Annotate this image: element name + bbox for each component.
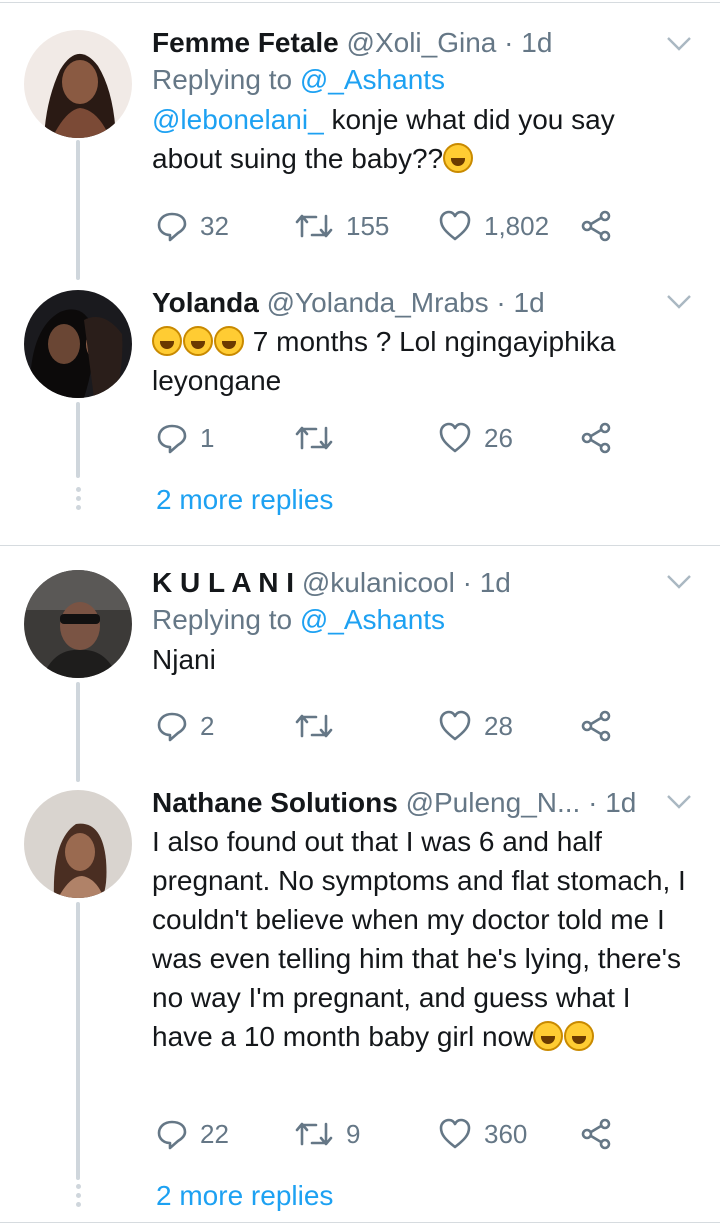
chevron-down-icon[interactable] (666, 36, 692, 52)
tweet-text: @lebonelani_ konje what did you say abou… (152, 100, 690, 178)
author-handle[interactable]: @Puleng_N... (406, 787, 581, 818)
replying-prefix: Replying to (152, 604, 293, 635)
author-name[interactable]: Nathane Solutions (152, 787, 398, 818)
replying-to: Replying to @_Ashants (152, 602, 690, 638)
separator: · (504, 27, 514, 58)
like-button[interactable]: 1,802 (438, 206, 549, 246)
like-count: 26 (484, 422, 513, 453)
like-button[interactable]: 26 (438, 418, 513, 458)
thread-dots (73, 487, 83, 514)
reply-icon (157, 424, 187, 454)
timestamp[interactable]: 1d (514, 287, 545, 318)
replying-to-link[interactable]: @_Ashants (300, 604, 445, 635)
replying-to: Replying to @_Ashants (152, 62, 690, 98)
reply-button[interactable]: 22 (156, 1114, 229, 1154)
more-replies-link[interactable]: 2 more replies (156, 484, 333, 516)
retweet-button[interactable] (294, 418, 346, 458)
separator: · (496, 287, 506, 318)
retweet-icon (295, 214, 333, 238)
share-button[interactable] (580, 206, 612, 246)
chevron-down-icon[interactable] (666, 294, 692, 310)
like-button[interactable]: 28 (438, 706, 513, 746)
tears-of-joy-icon (533, 1021, 564, 1051)
crying-face-icon (443, 143, 474, 173)
more-replies-link[interactable]: 2 more replies (156, 1180, 333, 1212)
thread-dots (73, 1184, 83, 1211)
retweet-icon (295, 714, 333, 738)
retweet-button[interactable] (294, 706, 346, 746)
tears-of-joy-icon (564, 1021, 595, 1051)
mention-link[interactable]: @lebonelani_ (152, 104, 324, 135)
author-handle[interactable]: @Yolanda_Mrabs (267, 287, 489, 318)
replying-to-link[interactable]: @_Ashants (300, 64, 445, 95)
heart-icon (439, 710, 471, 741)
retweet-icon (295, 426, 333, 450)
share-button[interactable] (580, 418, 612, 458)
author-name[interactable]: K U L A N I (152, 567, 294, 598)
reply-icon (157, 1120, 187, 1150)
reply-button[interactable]: 32 (156, 206, 229, 246)
heart-icon (439, 1118, 471, 1149)
author-handle[interactable]: @Xoli_Gina (347, 27, 497, 58)
chevron-down-icon[interactable] (666, 794, 692, 810)
thread-line (76, 402, 80, 478)
author-name[interactable]: Femme Fetale (152, 27, 339, 58)
reply-count: 2 (200, 710, 215, 741)
reply-count: 32 (200, 210, 229, 241)
reply-count: 22 (200, 1118, 229, 1149)
timestamp[interactable]: 1d (480, 567, 511, 598)
top-divider (0, 2, 720, 3)
like-button[interactable]: 360 (438, 1114, 527, 1154)
thread-line (76, 902, 80, 1180)
retweet-button[interactable]: 155 (294, 206, 389, 246)
avatar[interactable] (24, 790, 132, 898)
tweet-text: I also found out that I was 6 and half p… (152, 822, 690, 1056)
reply-icon (157, 712, 187, 742)
retweet-icon (295, 1122, 333, 1146)
woozy-face-icon (214, 326, 244, 356)
share-button[interactable] (580, 1114, 612, 1154)
like-count: 360 (484, 1118, 528, 1149)
retweet-button[interactable]: 9 (294, 1114, 360, 1154)
reply-icon (157, 212, 187, 242)
like-count: 28 (484, 710, 513, 741)
reply-button[interactable]: 2 (156, 706, 214, 746)
tweet-text: 7 months ? Lol ngingayiphika leyongane (152, 322, 690, 400)
thread-divider (0, 545, 720, 546)
heart-icon (439, 210, 471, 241)
thread-line (76, 682, 80, 782)
tweet-text: Njani (152, 644, 216, 675)
reply-button[interactable]: 1 (156, 418, 214, 458)
timestamp[interactable]: 1d (605, 787, 636, 818)
tweet-body: I also found out that I was 6 and half p… (152, 826, 686, 1052)
tears-of-joy-icon (183, 326, 213, 356)
like-count: 1,802 (484, 210, 550, 241)
bottom-divider (0, 1222, 720, 1223)
avatar[interactable] (24, 290, 132, 398)
heart-icon (439, 422, 471, 453)
chevron-down-icon[interactable] (666, 574, 692, 590)
share-icon (581, 710, 611, 742)
author-handle[interactable]: @kulanicool (302, 567, 455, 598)
timestamp[interactable]: 1d (521, 27, 552, 58)
share-icon (581, 1118, 611, 1150)
separator: · (588, 787, 598, 818)
avatar[interactable] (24, 30, 132, 138)
share-icon (581, 210, 611, 242)
share-icon (581, 422, 611, 454)
thread-line (76, 140, 80, 280)
share-button[interactable] (580, 706, 612, 746)
author-name[interactable]: Yolanda (152, 287, 259, 318)
tears-of-joy-icon (152, 326, 182, 356)
retweet-count: 9 (346, 1118, 361, 1149)
separator: · (462, 567, 472, 598)
reply-count: 1 (200, 422, 215, 453)
retweet-count: 155 (346, 210, 390, 241)
replying-prefix: Replying to (152, 64, 293, 95)
avatar[interactable] (24, 570, 132, 678)
